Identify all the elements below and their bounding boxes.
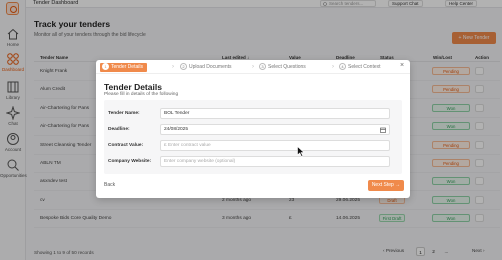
step-select-questions: 3 Select Questions <box>259 63 306 72</box>
tender-form: Tender Name: BOL Tender Deadline: 24/08/… <box>104 100 402 174</box>
step-indicator: 1 Tender Details › 2 Upload Documents › 3S… <box>96 60 410 74</box>
back-button[interactable]: Back <box>104 182 115 188</box>
deadline-label: Deadline: <box>108 127 130 132</box>
modal-subtitle: Please fill in details of the following <box>104 92 179 97</box>
next-step-button[interactable]: Next Step → <box>368 180 404 191</box>
chevron-right-icon: › <box>252 64 254 70</box>
deadline-input[interactable]: 24/08/2025 <box>160 124 390 135</box>
step-upload-documents: 2 Upload Documents <box>180 63 232 72</box>
company-website-input[interactable]: Enter company website (optional) <box>160 156 390 167</box>
calendar-icon[interactable] <box>380 127 386 133</box>
step-tender-details: 1 Tender Details <box>100 63 147 72</box>
contract-value-label: Contract Value: <box>108 143 144 148</box>
tender-details-modal: 1 Tender Details › 2 Upload Documents › 3S… <box>96 60 410 198</box>
tender-name-input[interactable]: BOL Tender <box>160 108 390 119</box>
modal-title: Tender Details <box>104 82 162 92</box>
chevron-right-icon: › <box>332 64 334 70</box>
chevron-right-icon: › <box>172 64 174 70</box>
tender-name-label: Tender Name: <box>108 111 140 116</box>
company-website-label: Company Website: <box>108 159 152 164</box>
close-icon[interactable]: × <box>398 62 406 70</box>
contract-value-input[interactable]: £ Enter contract value <box>160 140 390 151</box>
step-select-context: 4 Select Context <box>339 63 381 72</box>
deadline-value: 24/08/2025 <box>164 127 189 132</box>
mouse-cursor-icon <box>297 146 305 157</box>
